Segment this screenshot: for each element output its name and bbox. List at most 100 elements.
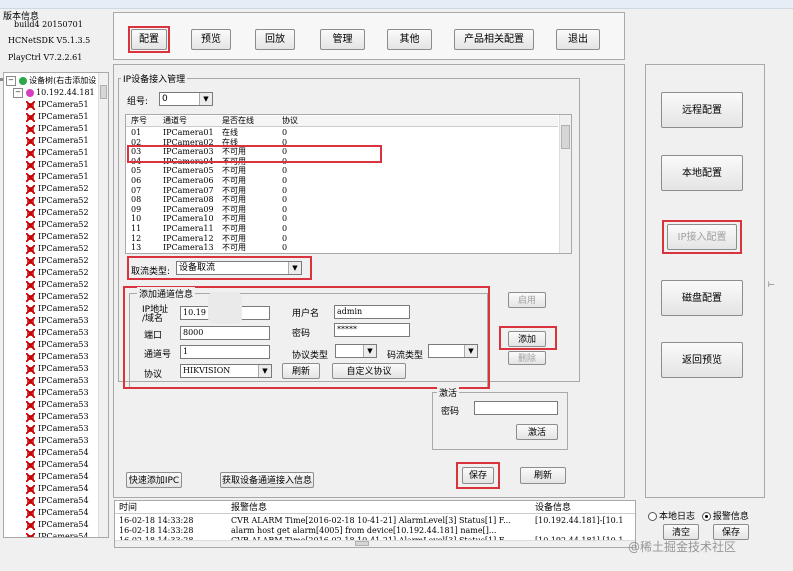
manage-button[interactable]: 管理 xyxy=(320,29,365,50)
tree-camera-item[interactable]: IPCamera54 xyxy=(26,531,89,537)
preview-button[interactable]: 预览 xyxy=(191,29,231,50)
tree-scrollbar[interactable] xyxy=(98,73,108,537)
local-log-radio[interactable] xyxy=(648,512,657,521)
refresh-button[interactable]: 刷新 xyxy=(520,467,566,484)
group-select[interactable]: 0 ▼ xyxy=(159,92,213,106)
tree-camera-item[interactable]: IPCamera54 xyxy=(26,495,89,507)
user-input[interactable]: admin xyxy=(334,305,410,319)
tree-camera-item[interactable]: IPCamera52 xyxy=(26,231,89,243)
protocol-select[interactable]: HIKVISION ▼ xyxy=(180,364,272,378)
activate-button[interactable]: 激活 xyxy=(516,424,558,440)
tree-camera-item[interactable]: IPCamera52 xyxy=(26,303,89,315)
tree-camera-item[interactable]: IPCamera52 xyxy=(26,255,89,267)
stream-type-label: 码流类型 xyxy=(387,351,424,361)
tree-camera-item[interactable]: IPCamera51 xyxy=(26,159,89,171)
tree-camera-item[interactable]: IPCamera51 xyxy=(26,111,89,123)
disk-config-button[interactable]: 磁盘配置 xyxy=(661,280,743,316)
tree-camera-item[interactable]: IPCamera51 xyxy=(26,147,89,159)
list-cell: 不可用 xyxy=(222,204,246,214)
protocol-type-select[interactable]: ▼ xyxy=(335,344,377,358)
tree-camera-item[interactable]: IPCamera52 xyxy=(26,267,89,279)
device-tree[interactable]: − 设备树(右击添加设 − 10.192.44.181 IPCamera51 IP… xyxy=(3,72,109,538)
tree-camera-item[interactable]: IPCamera54 xyxy=(26,507,89,519)
tree-camera-item[interactable]: IPCamera52 xyxy=(26,195,89,207)
tree-camera-item[interactable]: IPCamera54 xyxy=(26,519,89,531)
tree-camera-item[interactable]: IPCamera51 xyxy=(26,171,89,183)
collapse-icon[interactable]: − xyxy=(13,88,23,98)
return-preview-button[interactable]: 返回预览 xyxy=(661,342,743,378)
list-row[interactable]: 07 IPCamera07 不可用 0 xyxy=(126,186,558,196)
product-config-button[interactable]: 产品相关配置 xyxy=(454,29,534,50)
remote-config-button[interactable]: 远程配置 xyxy=(661,92,743,128)
tree-camera-item[interactable]: IPCamera54 xyxy=(26,483,89,495)
log-hscrollbar[interactable] xyxy=(115,540,635,547)
tree-camera-item[interactable]: IPCamera51 xyxy=(26,99,89,111)
tree-camera-item[interactable]: IPCamera53 xyxy=(26,315,89,327)
get-channel-info-button[interactable]: 获取设备通道接入信息 xyxy=(220,472,314,488)
tree-camera-item[interactable]: IPCamera54 xyxy=(26,471,89,483)
list-row[interactable]: 13 IPCamera13 不可用 0 xyxy=(126,243,558,253)
list-row[interactable]: 12 IPCamera12 不可用 0 xyxy=(126,234,558,244)
custom-protocol-button[interactable]: 自定义协议 xyxy=(332,363,406,379)
tree-camera-item[interactable]: IPCamera53 xyxy=(26,363,89,375)
tree-camera-item[interactable]: IPCamera53 xyxy=(26,375,89,387)
globe-icon xyxy=(18,77,27,85)
collapse-icon[interactable]: − xyxy=(6,76,16,86)
stream-type-select[interactable]: ▼ xyxy=(428,344,478,358)
other-button[interactable]: 其他 xyxy=(387,29,432,50)
activate-password-input[interactable] xyxy=(474,401,558,415)
tree-device[interactable]: − 10.192.44.181 xyxy=(13,87,95,99)
list-row[interactable]: 09 IPCamera09 不可用 0 xyxy=(126,205,558,215)
camera-offline-icon xyxy=(26,196,35,206)
list-row[interactable]: 11 IPCamera11 不可用 0 xyxy=(126,224,558,234)
list-row[interactable]: 05 IPCamera05 不可用 0 xyxy=(126,166,558,176)
tree-camera-item[interactable]: IPCamera53 xyxy=(26,411,89,423)
enable-button[interactable]: 启用 xyxy=(508,292,546,308)
camera-offline-icon xyxy=(26,448,35,458)
quick-add-ipc-button[interactable]: 快速添加IPC xyxy=(126,472,182,488)
tree-scroll-thumb[interactable] xyxy=(100,85,107,99)
tree-camera-item[interactable]: IPCamera53 xyxy=(26,399,89,411)
channel-input[interactable]: 1 xyxy=(180,345,270,359)
port-input[interactable]: 8000 xyxy=(180,326,270,340)
list-row[interactable]: 10 IPCamera10 不可用 0 xyxy=(126,214,558,224)
tree-camera-item[interactable]: IPCamera52 xyxy=(26,243,89,255)
tree-camera-item[interactable]: IPCamera52 xyxy=(26,219,89,231)
tree-camera-item[interactable]: IPCamera53 xyxy=(26,387,89,399)
tree-camera-item[interactable]: IPCamera54 xyxy=(26,447,89,459)
tree-camera-item[interactable]: IPCamera52 xyxy=(26,183,89,195)
tree-root[interactable]: − 设备树(右击添加设 xyxy=(6,75,96,87)
tree-camera-item[interactable]: IPCamera53 xyxy=(26,435,89,447)
list-scroll-thumb[interactable] xyxy=(561,125,570,149)
camera-offline-icon xyxy=(26,352,35,362)
tree-camera-item[interactable]: IPCamera52 xyxy=(26,291,89,303)
log-table[interactable]: 时间 报警信息 设备信息 16-02-18 14:33:28 CVR ALARM … xyxy=(114,500,636,548)
camera-offline-icon xyxy=(26,220,35,230)
log-row[interactable]: 16-02-18 14:33:28 CVR ALARM Time[2016-02-… xyxy=(115,516,635,526)
exit-button[interactable]: 退出 xyxy=(556,29,600,50)
list-row[interactable]: 01 IPCamera01 在线 0 xyxy=(126,128,558,138)
refresh-protocol-button[interactable]: 刷新 xyxy=(282,363,320,379)
tree-camera-item[interactable]: IPCamera53 xyxy=(26,423,89,435)
channel-list[interactable]: 序号 通道号 是否在线 协议 01 IPCamera01 在线 0 02 IPCamera… xyxy=(125,114,572,254)
local-config-button[interactable]: 本地配置 xyxy=(661,155,743,191)
delete-button[interactable]: 删除 xyxy=(508,351,546,365)
list-row[interactable]: 06 IPCamera06 不可用 0 xyxy=(126,176,558,186)
tree-camera-item[interactable]: IPCamera53 xyxy=(26,339,89,351)
tree-camera-item[interactable]: IPCamera52 xyxy=(26,279,89,291)
tree-camera-label: IPCamera52 xyxy=(38,184,89,193)
password-input[interactable]: ***** xyxy=(334,323,410,337)
log-row[interactable]: 16-02-18 14:33:28 alarm host get alarm[40… xyxy=(115,526,635,536)
tree-camera-item[interactable]: IPCamera52 xyxy=(26,207,89,219)
list-cell: 11 xyxy=(131,224,142,233)
tree-camera-item[interactable]: IPCamera53 xyxy=(26,327,89,339)
tree-camera-item[interactable]: IPCamera51 xyxy=(26,135,89,147)
tree-camera-item[interactable]: IPCamera54 xyxy=(26,459,89,471)
log-scroll-thumb[interactable] xyxy=(355,541,369,546)
list-scrollbar[interactable] xyxy=(559,115,571,253)
tree-camera-item[interactable]: IPCamera53 xyxy=(26,351,89,363)
playback-button[interactable]: 回放 xyxy=(255,29,295,50)
alarm-info-radio[interactable] xyxy=(701,512,711,521)
tree-camera-item[interactable]: IPCamera51 xyxy=(26,123,89,135)
list-row[interactable]: 08 IPCamera08 不可用 0 xyxy=(126,195,558,205)
